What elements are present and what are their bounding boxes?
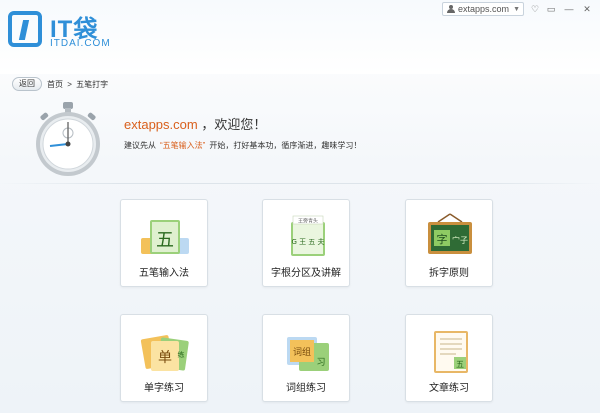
breadcrumb: 首页 > 五笔打字	[47, 79, 110, 90]
card-art-char: 单	[158, 350, 172, 366]
card-art-char: G 王 五 夫	[291, 237, 324, 246]
card-label: 文章练习	[429, 383, 469, 394]
split-rules-card[interactable]: 字 宀子 拆字原则	[405, 199, 493, 287]
card-art-char2: 练	[178, 350, 185, 359]
banner-divider	[0, 183, 600, 184]
card-art-char2: 习	[316, 357, 325, 368]
breadcrumb-home[interactable]: 首页	[47, 80, 63, 89]
card-label: 词组练习	[286, 383, 326, 394]
chalkboard-icon: 字 宀子	[428, 213, 472, 254]
close-icon[interactable]: ✕	[580, 2, 594, 16]
minimize-icon[interactable]: —	[562, 2, 576, 16]
wubi-keyboard-icon: 五	[141, 220, 189, 254]
card-art-char2: 宀子	[452, 235, 468, 245]
wubi-input-method-card[interactable]: 五 五笔输入法	[120, 199, 208, 287]
welcome-site: extapps.com	[124, 117, 198, 132]
phrase-practice-card[interactable]: 词组 习 词组练习	[262, 314, 350, 402]
char-cards-icon: 单 练	[140, 335, 189, 371]
welcome-message: extapps.com ，欢迎您！	[124, 114, 266, 133]
account-dropdown[interactable]: extapps.com ▼	[442, 2, 524, 16]
card-art-char: 五	[456, 360, 464, 369]
user-icon	[447, 5, 455, 13]
card-label: 字根分区及讲解	[271, 268, 341, 279]
logo-mark-icon	[8, 11, 42, 47]
card-label: 五笔输入法	[139, 268, 189, 279]
card-art-char: 字	[437, 232, 448, 246]
logo-sub: ITDAI.COM	[50, 38, 111, 49]
back-button[interactable]: 返回	[12, 77, 42, 91]
card-label: 拆字原则	[429, 268, 469, 279]
favorite-icon[interactable]: ♡	[528, 2, 542, 16]
top-bar: IT袋 ITDAI.COM extapps.com ▼ ♡ ▭ — ✕	[0, 0, 600, 74]
restore-icon[interactable]: ▭	[544, 2, 558, 16]
tip-prefix: 建议先从	[124, 141, 156, 150]
welcome-text: ，欢迎您！	[201, 117, 267, 132]
breadcrumb-current: 五笔打字	[76, 80, 109, 89]
radical-zones-card[interactable]: 王旁青头 G 王 五 夫 字根分区及讲解	[262, 199, 350, 287]
radical-chart-icon: 王旁青头 G 王 五 夫	[291, 215, 325, 256]
tip-suffix: 开始，打好基本功，循序渐进，趣味学习！	[209, 141, 362, 150]
tip-text: 建议先从 “五笔输入法” 开始，打好基本功，循序渐进，趣味学习！	[124, 140, 361, 151]
phrase-cards-icon: 词组 习	[287, 337, 329, 371]
breadcrumb-bar: 返回 首页 > 五笔打字	[0, 74, 600, 94]
tip-highlight: “五笔输入法”	[160, 141, 206, 150]
card-art-top: 王旁青头	[298, 218, 318, 225]
itdai-logo: IT袋 ITDAI.COM	[8, 9, 128, 53]
breadcrumb-separator: >	[67, 80, 72, 89]
article-practice-card[interactable]: 五 文章练习	[405, 314, 493, 402]
stopwatch-icon	[36, 102, 100, 176]
card-label: 单字练习	[144, 383, 184, 394]
chevron-down-icon: ▼	[513, 5, 520, 13]
article-page-icon: 五	[434, 331, 468, 373]
card-art-char: 词组	[293, 346, 311, 358]
single-char-practice-card[interactable]: 单 练 单字练习	[120, 314, 208, 402]
account-name: extapps.com	[458, 4, 510, 14]
card-art-char: 五	[156, 230, 174, 251]
